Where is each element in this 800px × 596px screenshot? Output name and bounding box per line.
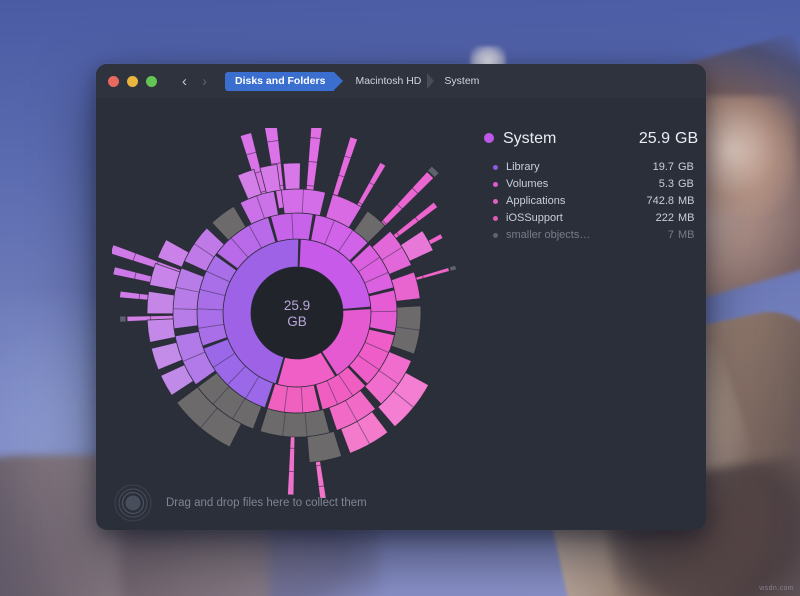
legend-value-volumes: 5.3 [630,178,674,190]
breadcrumb: Disks and Folders Macintosh HD System [225,72,490,91]
breadcrumb-item-disks-and-folders[interactable]: Disks and Folders [225,72,334,91]
sunburst-center-unit: GB [287,314,307,329]
legend-dot-smaller-objects [493,233,498,238]
sunburst-spoke-cap [120,316,126,321]
breadcrumb-item-system[interactable]: System [432,72,490,91]
sunburst-segment-r4-9[interactable] [283,163,300,190]
legend-row-applications[interactable]: Applications 742.8 MB [484,195,696,212]
sunburst-center-value: 25.9 [284,298,310,313]
legend-label-library: Library [506,161,630,173]
legend-label-smaller-objects: smaller objects… [506,229,630,241]
legend-dot-iossupport [493,216,498,221]
legend-row-library[interactable]: Library 19.7 GB [484,161,696,178]
back-chevron-icon[interactable]: ‹ [176,71,193,91]
legend-unit-iossupport: MB [674,212,696,224]
legend-dot-library [493,165,498,170]
legend-unit-library: GB [674,161,696,173]
drop-target-label: Drag and drop files here to collect them [166,497,367,509]
desktop-wallpaper: wsdn.com ‹ › Disks and Folders Macintosh… [0,0,800,596]
sunburst-segment-r4-3[interactable] [147,319,175,343]
minimize-window-button[interactable] [127,76,138,87]
sunburst-segment-r3-10[interactable] [391,272,420,301]
sunburst-spoke-tick [139,294,140,300]
sunburst-segment-r4-4[interactable] [147,291,174,313]
sunburst-chart[interactable]: 25.9 GB [112,128,482,498]
legend-value-smaller-objects: 7 [630,229,674,241]
legend-row-volumes[interactable]: Volumes 5.3 GB [484,178,696,195]
sunburst-segment-r2-9[interactable] [267,384,320,413]
maximize-window-button[interactable] [146,76,157,87]
legend-value-system: 25.9 [608,130,670,148]
sunburst-segment-r4-13[interactable] [307,431,341,462]
legend-dot-applications [493,199,498,204]
sunburst-spoke-cap [450,266,456,271]
legend-label-iossupport: iOSSupport [506,212,630,224]
sunburst-svg[interactable]: 25.9 GB [112,128,482,498]
drop-target[interactable]: Drag and drop files here to collect them [106,484,367,522]
legend-value-library: 19.7 [630,161,674,173]
sunburst-hub [251,267,343,359]
forward-chevron-icon[interactable]: › [196,71,213,91]
window-titlebar: ‹ › Disks and Folders Macintosh HD Syste… [96,64,706,98]
legend-row-system[interactable]: System 25.9 GB [484,130,696,155]
sunburst-segment-r3-14[interactable] [260,408,330,437]
window-body: System 25.9 GB Library 19.7 GB Volumes 5… [96,98,706,530]
legend-panel: System 25.9 GB Library 19.7 GB Volumes 5… [484,130,696,246]
legend-value-iossupport: 222 [630,212,674,224]
sunburst-segment-r4-2[interactable] [151,342,182,370]
breadcrumb-item-macintosh-hd[interactable]: Macintosh HD [343,72,432,91]
concentric-rings-icon [114,484,152,522]
legend-row-iossupport[interactable]: iOSSupport 222 MB [484,212,696,229]
legend-unit-applications: MB [674,195,696,207]
legend-label-applications: Applications [506,195,630,207]
desktop-watermark: wsdn.com [759,585,794,592]
navigation-arrows: ‹ › [176,71,213,91]
legend-label-volumes: Volumes [506,178,630,190]
legend-unit-system: GB [670,130,696,148]
traffic-light-group [108,76,157,87]
legend-value-applications: 742.8 [630,195,674,207]
close-window-button[interactable] [108,76,119,87]
legend-dot-volumes [493,182,498,187]
legend-unit-smaller-objects: MB [674,229,696,241]
legend-unit-volumes: GB [674,178,696,190]
app-window: ‹ › Disks and Folders Macintosh HD Syste… [96,64,706,530]
sunburst-segment-r4-5[interactable] [150,263,180,290]
legend-dot-system [484,133,494,143]
legend-row-smaller-objects[interactable]: smaller objects… 7 MB [484,229,696,246]
legend-label-system: System [503,130,608,148]
